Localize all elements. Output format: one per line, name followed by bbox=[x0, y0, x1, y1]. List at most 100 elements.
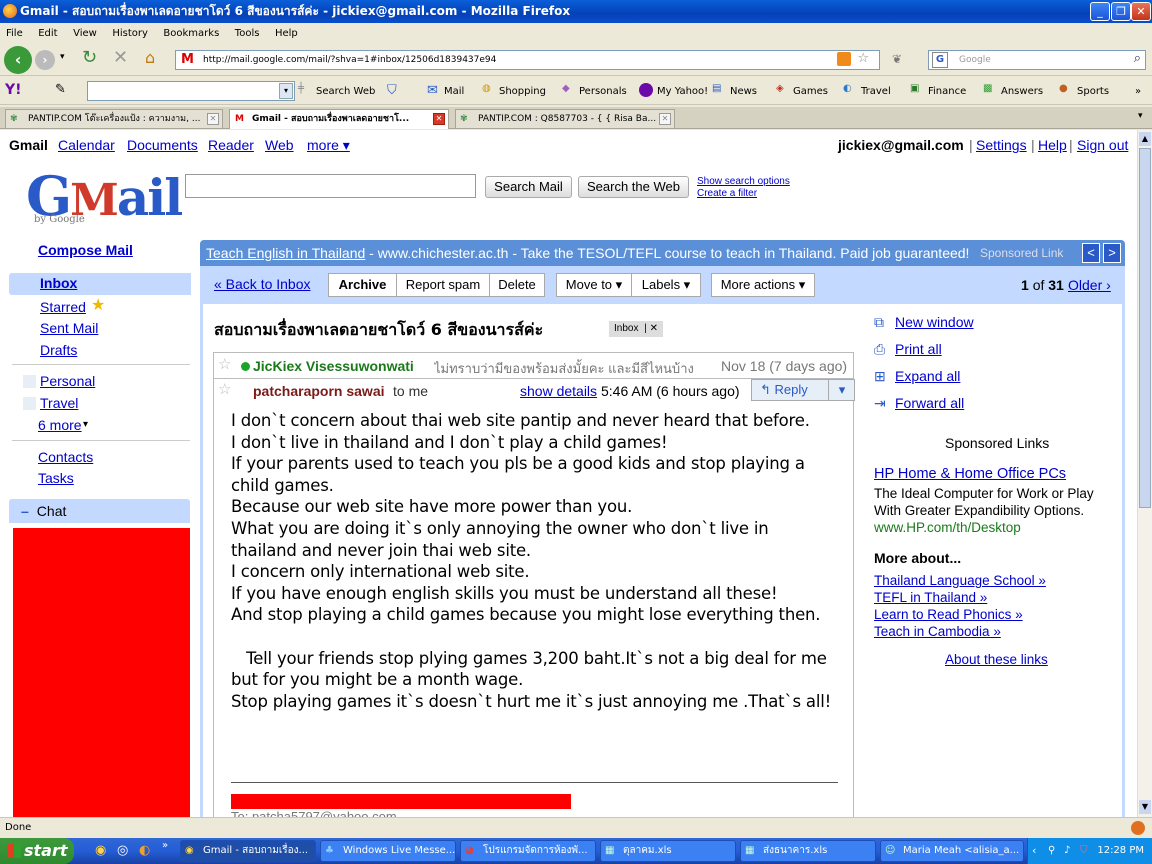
back-button[interactable]: ‹ bbox=[4, 46, 32, 74]
yahoo-search-web[interactable]: Search Web bbox=[316, 86, 375, 97]
yahoo-personals[interactable]: Personals bbox=[579, 86, 627, 97]
close-window-button[interactable]: ✕ bbox=[1131, 2, 1151, 21]
home-icon[interactable]: ⌂ bbox=[145, 48, 155, 67]
more-link[interactable]: more ▾ bbox=[307, 137, 350, 154]
task-excel-2[interactable]: ▦ ส่งธนาคาร.xls bbox=[740, 840, 876, 862]
menu-history[interactable]: History bbox=[112, 28, 148, 39]
prev-ad-button[interactable]: < bbox=[1082, 243, 1100, 263]
signout-link[interactable]: Sign out bbox=[1077, 137, 1128, 153]
next-ad-button[interactable]: > bbox=[1103, 243, 1121, 263]
label-personal-link[interactable]: Personal bbox=[40, 373, 95, 389]
tasks-link[interactable]: Tasks bbox=[38, 470, 74, 486]
toolbar-overflow-icon[interactable]: » bbox=[1135, 86, 1141, 97]
web-link[interactable]: Web bbox=[265, 137, 294, 153]
stop-icon[interactable]: ✕ bbox=[113, 47, 128, 68]
ad-link[interactable]: Teach English in Thailand bbox=[206, 245, 365, 261]
print-all-link[interactable]: Print all bbox=[895, 341, 942, 357]
show-details-link[interactable]: show details bbox=[520, 383, 597, 399]
yahoo-mail[interactable]: Mail bbox=[444, 86, 464, 97]
label-travel-link[interactable]: Travel bbox=[40, 395, 78, 411]
yahoo-news[interactable]: News bbox=[730, 86, 757, 97]
expand-all-link[interactable]: Expand all bbox=[895, 368, 960, 384]
close-tab-icon[interactable]: ✕ bbox=[659, 113, 671, 125]
older-link[interactable]: Older › bbox=[1068, 277, 1111, 293]
more-about-link[interactable]: Learn to Read Phonics » bbox=[874, 607, 1023, 622]
remove-label-icon[interactable]: | ✕ bbox=[644, 323, 658, 334]
tab-gmail[interactable]: M Gmail - สอบถามเรื่องพาเลดอายชาโ... ✕ bbox=[229, 109, 449, 129]
more-about-link[interactable]: TEFL in Thailand » bbox=[874, 590, 987, 605]
yahoo-travel[interactable]: Travel bbox=[861, 86, 891, 97]
quicklaunch-firefox-icon[interactable]: ◉ bbox=[95, 843, 106, 858]
yahoo-games[interactable]: Games bbox=[793, 86, 828, 97]
labels-button[interactable]: Labels ▾ bbox=[631, 273, 701, 297]
clock[interactable]: 12:28 PM bbox=[1097, 845, 1144, 856]
forward-all-link[interactable]: Forward all bbox=[895, 395, 964, 411]
move-to-button[interactable]: Move to ▾ bbox=[556, 273, 632, 297]
collapsed-message[interactable]: ☆ JicKiex Visessuwonwati ไม่ทราบว่ามีของ… bbox=[213, 352, 854, 379]
yahoo-finance[interactable]: Finance bbox=[928, 86, 966, 97]
more-about-link[interactable]: Thailand Language School » bbox=[874, 573, 1046, 588]
quicklaunch-ie-icon[interactable]: ◎ bbox=[117, 843, 128, 858]
window-title-bar[interactable]: Gmail - สอบถามเรื่องพาเลดอายชาโดว์ 6 สีข… bbox=[0, 0, 1152, 23]
star-toggle-icon[interactable]: ☆ bbox=[218, 355, 231, 373]
about-these-links[interactable]: About these links bbox=[945, 652, 1048, 667]
web-search-input[interactable]: G Google ⌕ bbox=[928, 50, 1146, 70]
compose-mail-link[interactable]: Compose Mail bbox=[38, 242, 133, 258]
status-addon-icon[interactable] bbox=[1131, 821, 1145, 835]
collapse-chat-icon[interactable]: – bbox=[21, 503, 29, 519]
tray-network-icon[interactable]: ⚲ bbox=[1048, 838, 1055, 864]
show-search-options-link[interactable]: Show search options bbox=[697, 176, 790, 187]
more-labels-link[interactable]: 6 more bbox=[38, 417, 82, 433]
yahoo-search-dropdown-icon[interactable]: ▾ bbox=[279, 83, 293, 99]
contacts-link[interactable]: Contacts bbox=[38, 449, 93, 465]
menu-edit[interactable]: Edit bbox=[38, 28, 57, 39]
yahoo-answers[interactable]: Answers bbox=[1001, 86, 1043, 97]
calendar-link[interactable]: Calendar bbox=[58, 137, 115, 153]
tray-arrow-icon[interactable]: ‹ bbox=[1032, 838, 1036, 864]
scroll-thumb[interactable] bbox=[1139, 148, 1151, 508]
starred-link[interactable]: Starred bbox=[40, 299, 86, 315]
close-tab-icon[interactable]: ✕ bbox=[207, 113, 219, 125]
create-filter-link[interactable]: Create a filter bbox=[697, 188, 757, 199]
menu-help[interactable]: Help bbox=[275, 28, 298, 39]
delete-button[interactable]: Delete bbox=[489, 273, 545, 297]
menu-file[interactable]: File bbox=[6, 28, 23, 39]
history-dropdown-icon[interactable]: ▾ bbox=[60, 52, 65, 62]
task-messenger[interactable]: ♣ Windows Live Messe... bbox=[320, 840, 456, 862]
reply-options-icon[interactable]: ▾ bbox=[828, 380, 855, 400]
maximize-button[interactable]: ❐ bbox=[1111, 2, 1131, 21]
archive-button[interactable]: Archive bbox=[328, 273, 397, 297]
menu-bookmarks[interactable]: Bookmarks bbox=[163, 28, 219, 39]
settings-link[interactable]: Settings bbox=[976, 137, 1027, 153]
close-tab-icon[interactable]: ✕ bbox=[433, 113, 445, 125]
report-spam-button[interactable]: Report spam bbox=[396, 273, 490, 297]
google-engine-icon[interactable]: G bbox=[932, 52, 948, 68]
task-excel-1[interactable]: ▦ ตุลาคม.xls bbox=[600, 840, 736, 862]
quicklaunch-overflow-icon[interactable]: » bbox=[162, 840, 168, 851]
tab-pantip-2[interactable]: ✾ PANTIP.COM : Q8587703 - { { Risa Ba...… bbox=[455, 109, 675, 128]
chat-header[interactable]: – Chat bbox=[9, 499, 190, 523]
sent-mail-link[interactable]: Sent Mail bbox=[40, 320, 98, 336]
tab-pantip-1[interactable]: ✾ PANTIP.COM โต๊ะเครื่องแป้ง : ความงาม, … bbox=[5, 109, 223, 128]
quicklaunch-app-icon[interactable]: ◐ bbox=[139, 843, 150, 858]
tab-list-icon[interactable]: ▾ bbox=[1138, 111, 1143, 121]
tray-volume-icon[interactable]: ♪ bbox=[1064, 838, 1070, 864]
mail-search-input[interactable] bbox=[185, 174, 476, 198]
forward-button[interactable]: › bbox=[35, 50, 55, 70]
yahoo-shopping[interactable]: Shopping bbox=[499, 86, 546, 97]
yahoo-logo-icon[interactable]: Y! bbox=[5, 82, 22, 98]
yahoo-search-input[interactable]: ▾ bbox=[87, 81, 295, 101]
menu-view[interactable]: View bbox=[73, 28, 97, 39]
reply-button[interactable]: ↰ Reply ▾ bbox=[751, 379, 855, 401]
reader-link[interactable]: Reader bbox=[208, 137, 254, 153]
tray-antivirus-icon[interactable]: ⛉ bbox=[1080, 838, 1088, 864]
magnifier-icon[interactable]: ⌕ bbox=[1134, 50, 1141, 68]
scroll-up-icon[interactable]: ▲ bbox=[1139, 132, 1151, 146]
hp-ad-link[interactable]: HP Home & Home Office PCs bbox=[874, 466, 1066, 482]
back-to-inbox-link[interactable]: « Back to Inbox bbox=[214, 276, 311, 292]
shield-icon[interactable]: ⛉ bbox=[387, 83, 397, 98]
yahoo-myyahoo[interactable]: My Yahoo! bbox=[657, 86, 708, 97]
drafts-link[interactable]: Drafts bbox=[40, 342, 77, 358]
reload-icon[interactable]: ↻ bbox=[82, 47, 97, 68]
more-about-link[interactable]: Teach in Cambodia » bbox=[874, 624, 1001, 639]
